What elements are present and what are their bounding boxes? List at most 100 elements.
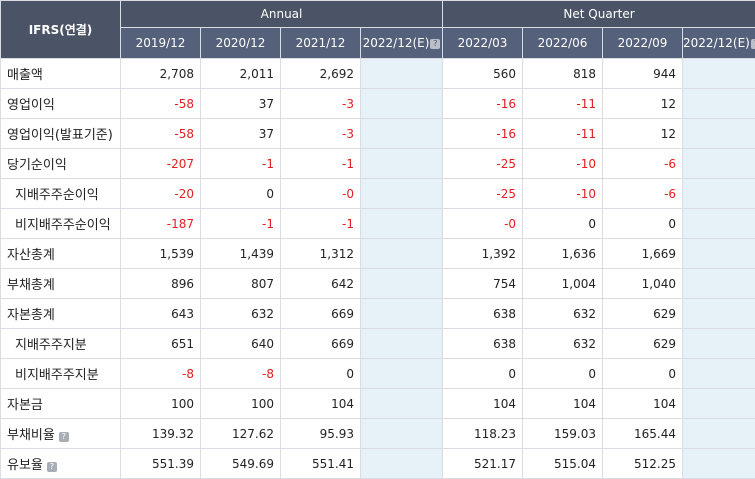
table-cell: -8 (201, 359, 281, 389)
row-label-text: 비지배주주지분 (15, 368, 99, 383)
help-icon[interactable]: ? (430, 39, 440, 49)
financial-summary-table: IFRS(연결) Annual Net Quarter 2019/122020/… (0, 0, 755, 479)
table-cell: 104 (281, 389, 361, 419)
table-cell: 549.69 (201, 449, 281, 479)
table-cell: -16 (443, 89, 523, 119)
table-row: 부채총계8968076427541,0041,040 (1, 269, 755, 299)
table-cell (361, 359, 443, 389)
table-cell: 139.32 (121, 419, 201, 449)
table-cell: 2,011 (201, 59, 281, 89)
help-icon[interactable]: ? (59, 432, 69, 442)
table-row: 자본총계643632669638632629 (1, 299, 755, 329)
row-label: 영업이익(발표기준) (1, 119, 121, 149)
table-cell: -6 (603, 149, 683, 179)
table-cell: 669 (281, 299, 361, 329)
table-cell: 118.23 (443, 419, 523, 449)
table-cell (683, 179, 755, 209)
row-label: 지배주주순이익 (1, 179, 121, 209)
table-cell (683, 59, 755, 89)
table-cell (361, 419, 443, 449)
table-cell: 1,539 (121, 239, 201, 269)
table-cell: -10 (523, 149, 603, 179)
table-cell: -1 (201, 149, 281, 179)
table-cell: -11 (523, 119, 603, 149)
row-label: 자본금 (1, 389, 121, 419)
row-label: 자산총계 (1, 239, 121, 269)
table-cell: 127.62 (201, 419, 281, 449)
table-cell (683, 239, 755, 269)
table-cell: 632 (523, 299, 603, 329)
row-label: 비지배주주순이익 (1, 209, 121, 239)
table-cell: -16 (443, 119, 523, 149)
row-label-text: 부채총계 (7, 278, 55, 293)
table-cell: 95.93 (281, 419, 361, 449)
table-cell: 651 (121, 329, 201, 359)
table-row: 자본금100100104104104104 (1, 389, 755, 419)
table-row: 부채비율?139.32127.6295.93118.23159.03165.44 (1, 419, 755, 449)
table-row: 자산총계1,5391,4391,3121,3921,6361,669 (1, 239, 755, 269)
table-cell: 1,040 (603, 269, 683, 299)
table-cell: 0 (201, 179, 281, 209)
period-header-2: 2021/12 (281, 28, 361, 59)
table-row: 비지배주주순이익-187-1-1-000 (1, 209, 755, 239)
row-label: 비지배주주지분 (1, 359, 121, 389)
table-cell: -8 (121, 359, 201, 389)
table-cell: 2,692 (281, 59, 361, 89)
table-cell: 100 (201, 389, 281, 419)
period-label: 2022/12(E) (683, 36, 750, 50)
table-cell: -0 (281, 179, 361, 209)
table-cell: 944 (603, 59, 683, 89)
table-cell: -58 (121, 89, 201, 119)
table-cell (683, 419, 755, 449)
row-label: 부채총계 (1, 269, 121, 299)
period-header-4: 2022/03 (443, 28, 523, 59)
help-icon[interactable]: ? (47, 462, 57, 472)
table-cell: -0 (443, 209, 523, 239)
period-label: 2022/03 (458, 36, 508, 50)
table-row: 유보율?551.39549.69551.41521.17515.04512.25 (1, 449, 755, 479)
table-cell: 632 (201, 299, 281, 329)
table-row: 영업이익-5837-3-16-1112 (1, 89, 755, 119)
table-row: 비지배주주지분-8-80000 (1, 359, 755, 389)
table-cell (683, 209, 755, 239)
table-cell (683, 389, 755, 419)
table-cell: 629 (603, 299, 683, 329)
table-cell: 1,439 (201, 239, 281, 269)
table-cell: 638 (443, 299, 523, 329)
table-cell: -20 (121, 179, 201, 209)
table-cell (683, 119, 755, 149)
table-cell: 512.25 (603, 449, 683, 479)
table-cell: 0 (603, 209, 683, 239)
table-cell (361, 329, 443, 359)
period-label: 2019/12 (136, 36, 186, 50)
row-label-text: 자본총계 (7, 308, 55, 323)
table-cell (361, 269, 443, 299)
table-cell: -3 (281, 119, 361, 149)
table-cell (361, 389, 443, 419)
table-cell: 1,312 (281, 239, 361, 269)
row-label-text: 영업이익 (7, 98, 55, 113)
table-cell (683, 299, 755, 329)
table-cell: -10 (523, 179, 603, 209)
table-cell: 37 (201, 89, 281, 119)
table-cell: 100 (121, 389, 201, 419)
table-cell: 521.17 (443, 449, 523, 479)
table-cell: 643 (121, 299, 201, 329)
table-cell (361, 89, 443, 119)
table-cell (683, 359, 755, 389)
table-cell: -1 (201, 209, 281, 239)
help-icon[interactable]: ? (751, 39, 755, 49)
table-cell: -1 (281, 209, 361, 239)
row-label: 유보율? (1, 449, 121, 479)
row-label-text: 비지배주주순이익 (15, 218, 111, 233)
table-cell: 1,392 (443, 239, 523, 269)
period-label: 2022/06 (538, 36, 588, 50)
row-label-text: 부채비율 (7, 428, 55, 443)
table-cell: 551.41 (281, 449, 361, 479)
table-cell: 2,708 (121, 59, 201, 89)
table-cell: 37 (201, 119, 281, 149)
row-label-text: 당기순이익 (7, 158, 67, 173)
table-cell: 515.04 (523, 449, 603, 479)
row-label-text: 매출액 (7, 68, 43, 83)
row-label: 자본총계 (1, 299, 121, 329)
